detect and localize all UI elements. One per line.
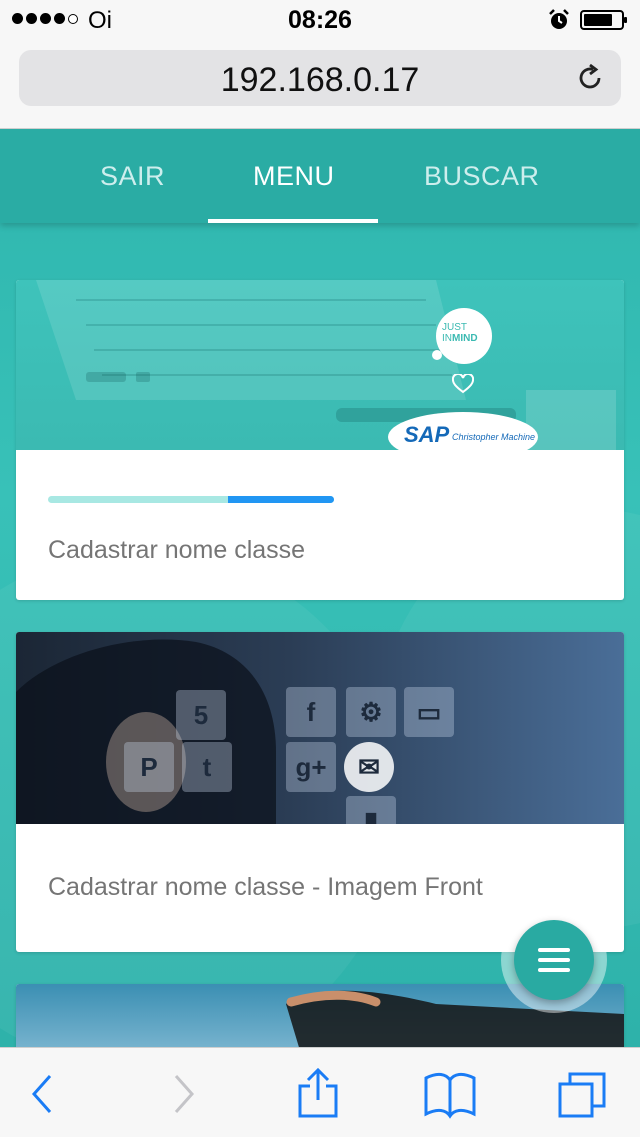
alarm-icon: [549, 9, 569, 29]
address-bar[interactable]: 192.168.0.17: [19, 50, 621, 106]
card-image-social-media: 5 f ⚙ ▭ P t g+ ✉ ▮: [16, 632, 624, 824]
bookmarks-icon[interactable]: [422, 1068, 478, 1120]
mail-icon: ✉: [344, 742, 394, 792]
status-time: 08:26: [288, 6, 352, 34]
class-card[interactable]: JUST INMIND SAP Christopher Machine Cada…: [16, 280, 624, 600]
tab-buscar[interactable]: BUSCAR: [424, 161, 540, 192]
browser-toolbar: [0, 1047, 640, 1137]
heart-icon[interactable]: [452, 374, 474, 394]
card-image-laptop: JUST INMIND SAP Christopher Machine: [16, 280, 624, 450]
tab-bar: SAIR MENU BUSCAR: [0, 129, 640, 223]
back-icon[interactable]: [16, 1068, 72, 1120]
share-icon[interactable]: [290, 1068, 346, 1120]
tile-number: 5: [176, 690, 226, 740]
web-page: SAIR MENU BUSCAR JUST INMIND SAP Christo…: [0, 129, 640, 1047]
browser-address-area: 192.168.0.17: [0, 40, 640, 129]
tabs-icon[interactable]: [556, 1068, 612, 1120]
tab-sair[interactable]: SAIR: [100, 161, 165, 192]
card-title[interactable]: Cadastrar nome classe - Imagem Front: [48, 873, 483, 902]
class-card[interactable]: 5 f ⚙ ▭ P t g+ ✉ ▮ Cadastrar nome classe…: [16, 632, 624, 952]
tab-menu[interactable]: MENU: [253, 161, 335, 192]
reload-icon[interactable]: [575, 63, 605, 93]
monitor-icon: ▭: [404, 687, 454, 737]
facebook-icon: f: [286, 687, 336, 737]
battery-icon: [580, 10, 627, 30]
url-text[interactable]: 192.168.0.17: [19, 61, 621, 100]
progress-bar-fill: [228, 496, 334, 503]
menu-fab-button[interactable]: [514, 920, 594, 1000]
status-bar: Oi 08:26: [0, 0, 640, 40]
chart-icon: ▮: [346, 796, 396, 824]
justinmind-logo: JUST INMIND: [436, 308, 492, 364]
laptop-illustration: [36, 280, 616, 450]
logo-dot: [432, 350, 442, 360]
pinterest-icon: P: [124, 742, 174, 792]
twitter-icon: t: [182, 742, 232, 792]
forward-icon[interactable]: [156, 1068, 212, 1120]
google-plus-icon: g+: [286, 742, 336, 792]
settings-icon: ⚙: [346, 687, 396, 737]
card-title[interactable]: Cadastrar nome classe: [48, 536, 305, 565]
active-tab-indicator: [208, 219, 378, 223]
progress-bar: [48, 496, 334, 503]
